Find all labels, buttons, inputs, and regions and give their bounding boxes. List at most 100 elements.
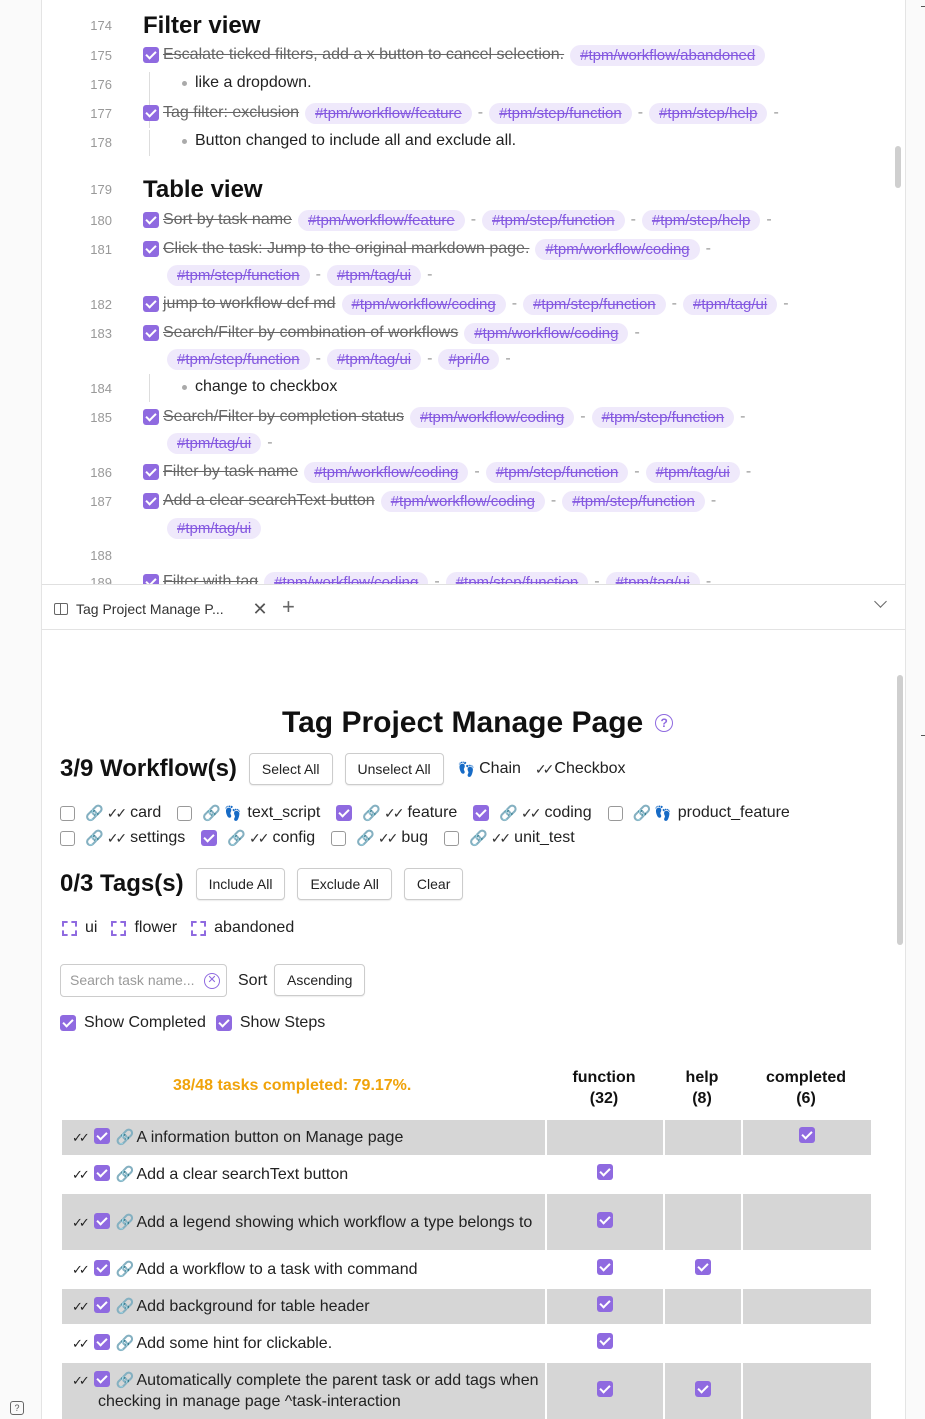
tag-pill[interactable]: #tpm/step/help (649, 102, 768, 124)
tag-filter-abandoned[interactable]: abandoned (191, 919, 294, 937)
tag-pill[interactable]: #tpm/tag/ui (682, 293, 778, 315)
search-input[interactable]: Search task name... ✕ (60, 964, 227, 997)
task-name[interactable]: A information button on Manage page (136, 1129, 403, 1146)
tag-filter-ui[interactable]: ui (62, 919, 97, 937)
sort-order-button[interactable]: Ascending (274, 964, 366, 996)
link-icon[interactable]: 🔗 (116, 1335, 135, 1352)
task-line[interactable]: Filter with tag #tpm/workflow/coding - #t… (143, 570, 711, 584)
tag-pill[interactable]: #tpm/tag/ui (605, 571, 700, 584)
include-all-button[interactable]: Include All (195, 868, 286, 900)
tag-pill[interactable]: #tpm/workflow/coding (304, 461, 469, 483)
close-icon[interactable]: ✕ (250, 599, 270, 620)
workflow-checkbox[interactable] (444, 830, 460, 846)
tag-pill[interactable]: #tpm/step/function (489, 102, 632, 124)
task-line[interactable]: Tag filter: exclusion #tpm/workflow/feat… (143, 101, 779, 125)
workflow-unit-test[interactable]: 🔗 ✓✓ unit_test (444, 829, 575, 847)
tag-pill[interactable]: #tpm/workflow/coding (410, 406, 575, 428)
task-name-cell[interactable]: ✓✓ 🔗 Add a clear searchText button (62, 1157, 545, 1192)
tag-pill[interactable]: #tpm/workflow/abandoned (570, 44, 766, 66)
markdown-editor-pane[interactable]: 174 Filter view 175 Escalate ticked filt… (42, 0, 905, 585)
task-name-cell[interactable]: ✓✓ 🔗 Automatically complete the parent tas… (62, 1363, 545, 1419)
unselect-all-button[interactable]: Unselect All (344, 753, 444, 785)
chevron-down-icon[interactable] (874, 595, 887, 608)
task-checkbox[interactable] (93, 1371, 110, 1387)
show-steps-checkbox[interactable] (215, 1015, 232, 1031)
task-checkbox[interactable] (143, 464, 159, 480)
step-checkbox[interactable] (596, 1164, 613, 1180)
workflow-coding[interactable]: 🔗 ✓✓ coding (473, 804, 592, 822)
workflow-card[interactable]: 🔗 ✓✓ card (60, 804, 161, 822)
task-checkbox[interactable] (93, 1260, 110, 1276)
task-line[interactable]: Search/Filter by completion status #tpm/… (143, 405, 745, 429)
tag-pill[interactable]: #tpm/tag/ui (326, 264, 422, 286)
task-checkbox[interactable] (143, 241, 159, 257)
tag-pill[interactable]: #tpm/step/function (482, 209, 625, 231)
link-icon[interactable]: 🔗 (116, 1129, 135, 1146)
select-all-button[interactable]: Select All (248, 753, 333, 785)
column-header-completed[interactable]: completed (6) (742, 1067, 870, 1109)
step-checkbox[interactable] (596, 1211, 613, 1228)
show-completed-checkbox[interactable] (60, 1015, 76, 1031)
manage-page-pane[interactable]: Tag Project Manage Page ? 3/9 Workflow(s… (42, 631, 905, 1419)
task-checkbox[interactable] (93, 1334, 110, 1350)
tag-pill[interactable]: #tpm/step/function (167, 348, 310, 370)
tab-tag-project-manage-page[interactable]: Tag Project Manage P... ✕ (52, 595, 270, 623)
tag-pill[interactable]: #tpm/step/function (445, 571, 589, 584)
task-checkbox[interactable] (93, 1297, 110, 1313)
tag-pill[interactable]: #tpm/step/function (523, 293, 666, 315)
tag-filter-flower[interactable]: flower (111, 919, 177, 937)
tag-pill[interactable]: #tpm/workflow/coding (380, 490, 545, 512)
tag-pill[interactable]: #tpm/workflow/feature (297, 209, 465, 231)
task-checkbox[interactable] (143, 296, 159, 312)
new-tab-button[interactable]: + (282, 594, 295, 620)
show-completed-toggle[interactable]: Show Completed (60, 1014, 206, 1032)
task-line[interactable]: Click the task: Jump to the original mar… (143, 237, 711, 261)
tag-pill[interactable]: #tpm/workflow/coding (464, 322, 629, 344)
task-name[interactable]: Add a workflow to a task with command (136, 1261, 417, 1278)
task-name[interactable]: Add background for table header (136, 1298, 369, 1315)
task-checkbox[interactable] (143, 574, 159, 584)
task-checkbox[interactable] (143, 493, 159, 509)
tag-pill[interactable]: #tpm/step/help (641, 209, 761, 231)
task-name-cell[interactable]: ✓✓ 🔗 Add background for table header (62, 1289, 545, 1324)
task-name[interactable]: Add a clear searchText button (136, 1166, 348, 1183)
workflow-feature[interactable]: 🔗 ✓✓ feature (336, 804, 457, 822)
task-name[interactable]: Add a legend showing which workflow a ty… (136, 1214, 532, 1231)
workflow-checkbox[interactable] (336, 805, 353, 821)
link-icon[interactable]: 🔗 (116, 1166, 135, 1183)
task-line[interactable]: jump to workflow def md #tpm/workflow/co… (143, 292, 789, 316)
workflow-checkbox[interactable] (60, 830, 75, 846)
task-name[interactable]: Add some hint for clickable. (136, 1335, 332, 1352)
tag-pill[interactable]: #tpm/tag/ui (326, 348, 422, 370)
link-icon[interactable]: 🔗 (116, 1261, 135, 1278)
step-checkbox[interactable] (596, 1296, 613, 1312)
step-checkbox[interactable] (798, 1127, 815, 1143)
tag-pill[interactable]: #tpm/tag/ui (167, 432, 262, 454)
task-checkbox[interactable] (143, 409, 159, 425)
step-checkbox[interactable] (596, 1259, 613, 1275)
workflow-checkbox[interactable] (177, 805, 193, 821)
tag-pill[interactable]: #tpm/step/function (591, 406, 735, 428)
task-line[interactable]: Filter by task name #tpm/workflow/coding… (143, 460, 751, 484)
workflow-checkbox[interactable] (607, 805, 623, 821)
tag-pill[interactable]: #tpm/workflow/coding (341, 293, 506, 315)
tag-pill[interactable]: #tpm/workflow/coding (535, 238, 700, 260)
task-name-cell[interactable]: ✓✓ 🔗 Add a legend showing which workflow a… (62, 1194, 545, 1250)
workflow-text-script[interactable]: 🔗 👣 text_script (177, 804, 320, 822)
exclude-all-button[interactable]: Exclude All (297, 868, 392, 900)
tag-pill[interactable]: #tpm/step/function (562, 490, 705, 512)
workflow-checkbox[interactable] (473, 805, 490, 821)
link-icon[interactable]: 🔗 (116, 1298, 135, 1315)
tag-pill[interactable]: #tpm/tag/ui (645, 461, 740, 483)
workflow-checkbox[interactable] (60, 805, 75, 821)
show-steps-toggle[interactable]: Show Steps (215, 1014, 325, 1032)
task-checkbox[interactable] (143, 212, 159, 228)
task-checkbox[interactable] (143, 325, 159, 341)
help-icon[interactable]: ? (655, 714, 674, 732)
task-name-cell[interactable]: ✓✓ 🔗 Add some hint for clickable. (62, 1326, 545, 1361)
task-checkbox[interactable] (93, 1165, 110, 1181)
tag-pill[interactable]: #tpm/workflow/feature (305, 102, 472, 124)
workflow-config[interactable]: 🔗 ✓✓ config (201, 829, 315, 847)
task-name-cell[interactable]: ✓✓ 🔗 A information button on Manage page (62, 1120, 545, 1155)
workflow-checkbox[interactable] (201, 830, 218, 846)
